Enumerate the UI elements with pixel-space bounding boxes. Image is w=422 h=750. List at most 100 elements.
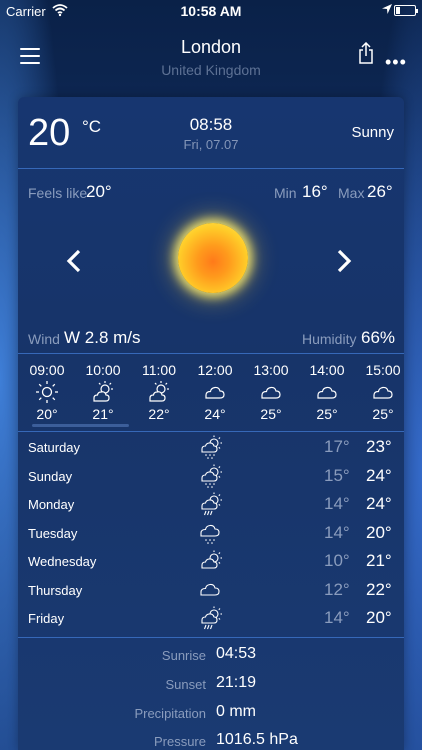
day-name: Wednesday	[28, 554, 97, 569]
precipitation-value: 0 mm	[216, 703, 256, 720]
cloud-icon	[187, 380, 243, 404]
max-value: 26°	[367, 182, 393, 201]
hour-time: 14:00	[309, 362, 345, 378]
hour-item: 14:00 25°	[299, 362, 355, 422]
hour-time: 09:00	[29, 362, 65, 378]
wind-value: W 2.8 m/s	[64, 328, 141, 347]
status-time: 10:58 AM	[180, 3, 242, 19]
cloud-icon	[299, 380, 355, 404]
sunrise-label: Sunrise	[161, 648, 206, 663]
country-name: United Kingdom	[161, 62, 261, 78]
humidity-value: 66%	[361, 328, 396, 347]
hour-item: 12:00 24°	[187, 362, 243, 422]
hour-temp: 22°	[148, 406, 170, 422]
hour-item: 15:00 25°	[355, 362, 404, 422]
partly-sunny-icon	[201, 550, 222, 569]
precipitation-label: Precipitation	[134, 706, 206, 721]
day-name: Thursday	[28, 583, 83, 598]
day-max-temp: 24°	[366, 494, 392, 513]
sun-cloud-rain-icon	[201, 606, 222, 630]
hour-temp: 20°	[36, 406, 58, 422]
previous-arrow-icon[interactable]	[66, 249, 86, 277]
cloud-icon	[355, 380, 404, 404]
divider	[18, 431, 404, 432]
hour-time: 13:00	[253, 362, 289, 378]
max-label: Max	[338, 185, 365, 201]
hour-temp: 21°	[92, 406, 114, 422]
divider	[18, 637, 404, 638]
hour-time: 12:00	[197, 362, 233, 378]
partly-sunny-icon	[131, 380, 187, 404]
list-item: Wednesday 10° 21°	[18, 547, 404, 575]
local-time: 08:58	[189, 115, 233, 134]
cloud-icon	[200, 583, 220, 596]
cloud-icon	[243, 380, 299, 404]
feels-like-value: 20°	[86, 182, 112, 201]
day-max-temp: 24°	[366, 466, 392, 485]
hourly-forecast[interactable]: 09:00 20° 10:00 21° 11:00 22° 12:00 24° …	[18, 355, 404, 431]
sun-cloud-drizzle-icon	[201, 435, 222, 459]
detail-row: Sunset 21:19	[18, 671, 404, 699]
list-item: Friday 14° 20°	[18, 604, 404, 632]
nav-bar: London United Kingdom •••	[0, 28, 422, 88]
min-label: Min	[274, 185, 297, 201]
sun-cloud-rain-icon	[201, 492, 222, 516]
day-min-temp: 14°	[324, 608, 350, 627]
sun-cloud-drizzle-icon	[201, 464, 222, 488]
partly-sunny-icon	[75, 380, 131, 404]
sun-icon	[178, 223, 248, 293]
feels-like-label: Feels like	[28, 185, 88, 201]
humidity-label: Humidity	[302, 331, 357, 347]
day-max-temp: 21°	[366, 551, 392, 570]
next-arrow-icon[interactable]	[336, 249, 356, 277]
detail-row: Sunrise 04:53	[18, 642, 404, 670]
day-min-temp: 10°	[324, 551, 350, 570]
detail-row: Pressure 1016.5 hPa	[18, 728, 404, 750]
hour-item: 13:00 25°	[243, 362, 299, 422]
wind-label: Wind	[28, 331, 60, 347]
cloud-drizzle-icon	[200, 524, 220, 544]
min-value: 16°	[302, 182, 328, 201]
pressure-label: Pressure	[153, 734, 206, 749]
list-item: Saturday 17° 23°	[18, 433, 404, 461]
sunset-value: 21:19	[216, 674, 257, 691]
day-min-temp: 14°	[324, 523, 350, 542]
status-bar: Carrier 10:58 AM	[0, 0, 422, 22]
divider	[18, 353, 404, 354]
day-name: Friday	[28, 611, 65, 626]
hour-temp: 25°	[372, 406, 394, 422]
condition-label: Sunny	[351, 124, 394, 141]
hour-temp: 25°	[260, 406, 282, 422]
day-max-temp: 20°	[366, 608, 392, 627]
hour-temp: 25°	[316, 406, 338, 422]
list-item: Monday 14° 24°	[18, 490, 404, 518]
hour-time: 11:00	[142, 362, 176, 378]
hour-item: 11:00 22°	[131, 362, 187, 422]
divider	[18, 168, 404, 169]
day-name: Saturday	[28, 440, 81, 455]
day-min-temp: 17°	[324, 437, 350, 456]
day-min-temp: 15°	[324, 466, 350, 485]
share-icon[interactable]	[358, 42, 374, 64]
battery-icon	[394, 5, 418, 16]
hour-item: 09:00 20°	[19, 362, 75, 422]
pressure-value: 1016.5 hPa	[216, 731, 298, 748]
day-max-temp: 20°	[366, 523, 392, 542]
day-max-temp: 23°	[366, 437, 392, 456]
hourly-scrollbar[interactable]	[32, 424, 129, 427]
day-name: Sunday	[28, 469, 73, 484]
sunset-label: Sunset	[165, 677, 206, 692]
day-min-temp: 14°	[324, 494, 350, 513]
list-item: Thursday 12° 22°	[18, 576, 404, 604]
day-max-temp: 22°	[366, 580, 392, 599]
hour-time: 10:00	[85, 362, 121, 378]
day-name: Monday	[28, 497, 75, 512]
list-item: Sunday 15° 24°	[18, 462, 404, 490]
sunrise-value: 04:53	[216, 645, 257, 662]
weather-card: 20 °C 08:58 Fri, 07.07 Sunny Feels like …	[18, 97, 404, 750]
sun-icon	[19, 380, 75, 404]
location-arrow-icon	[382, 4, 392, 14]
hour-time: 15:00	[365, 362, 401, 378]
list-item: Tuesday 14° 20°	[18, 519, 404, 547]
more-icon[interactable]: •••	[385, 52, 407, 73]
